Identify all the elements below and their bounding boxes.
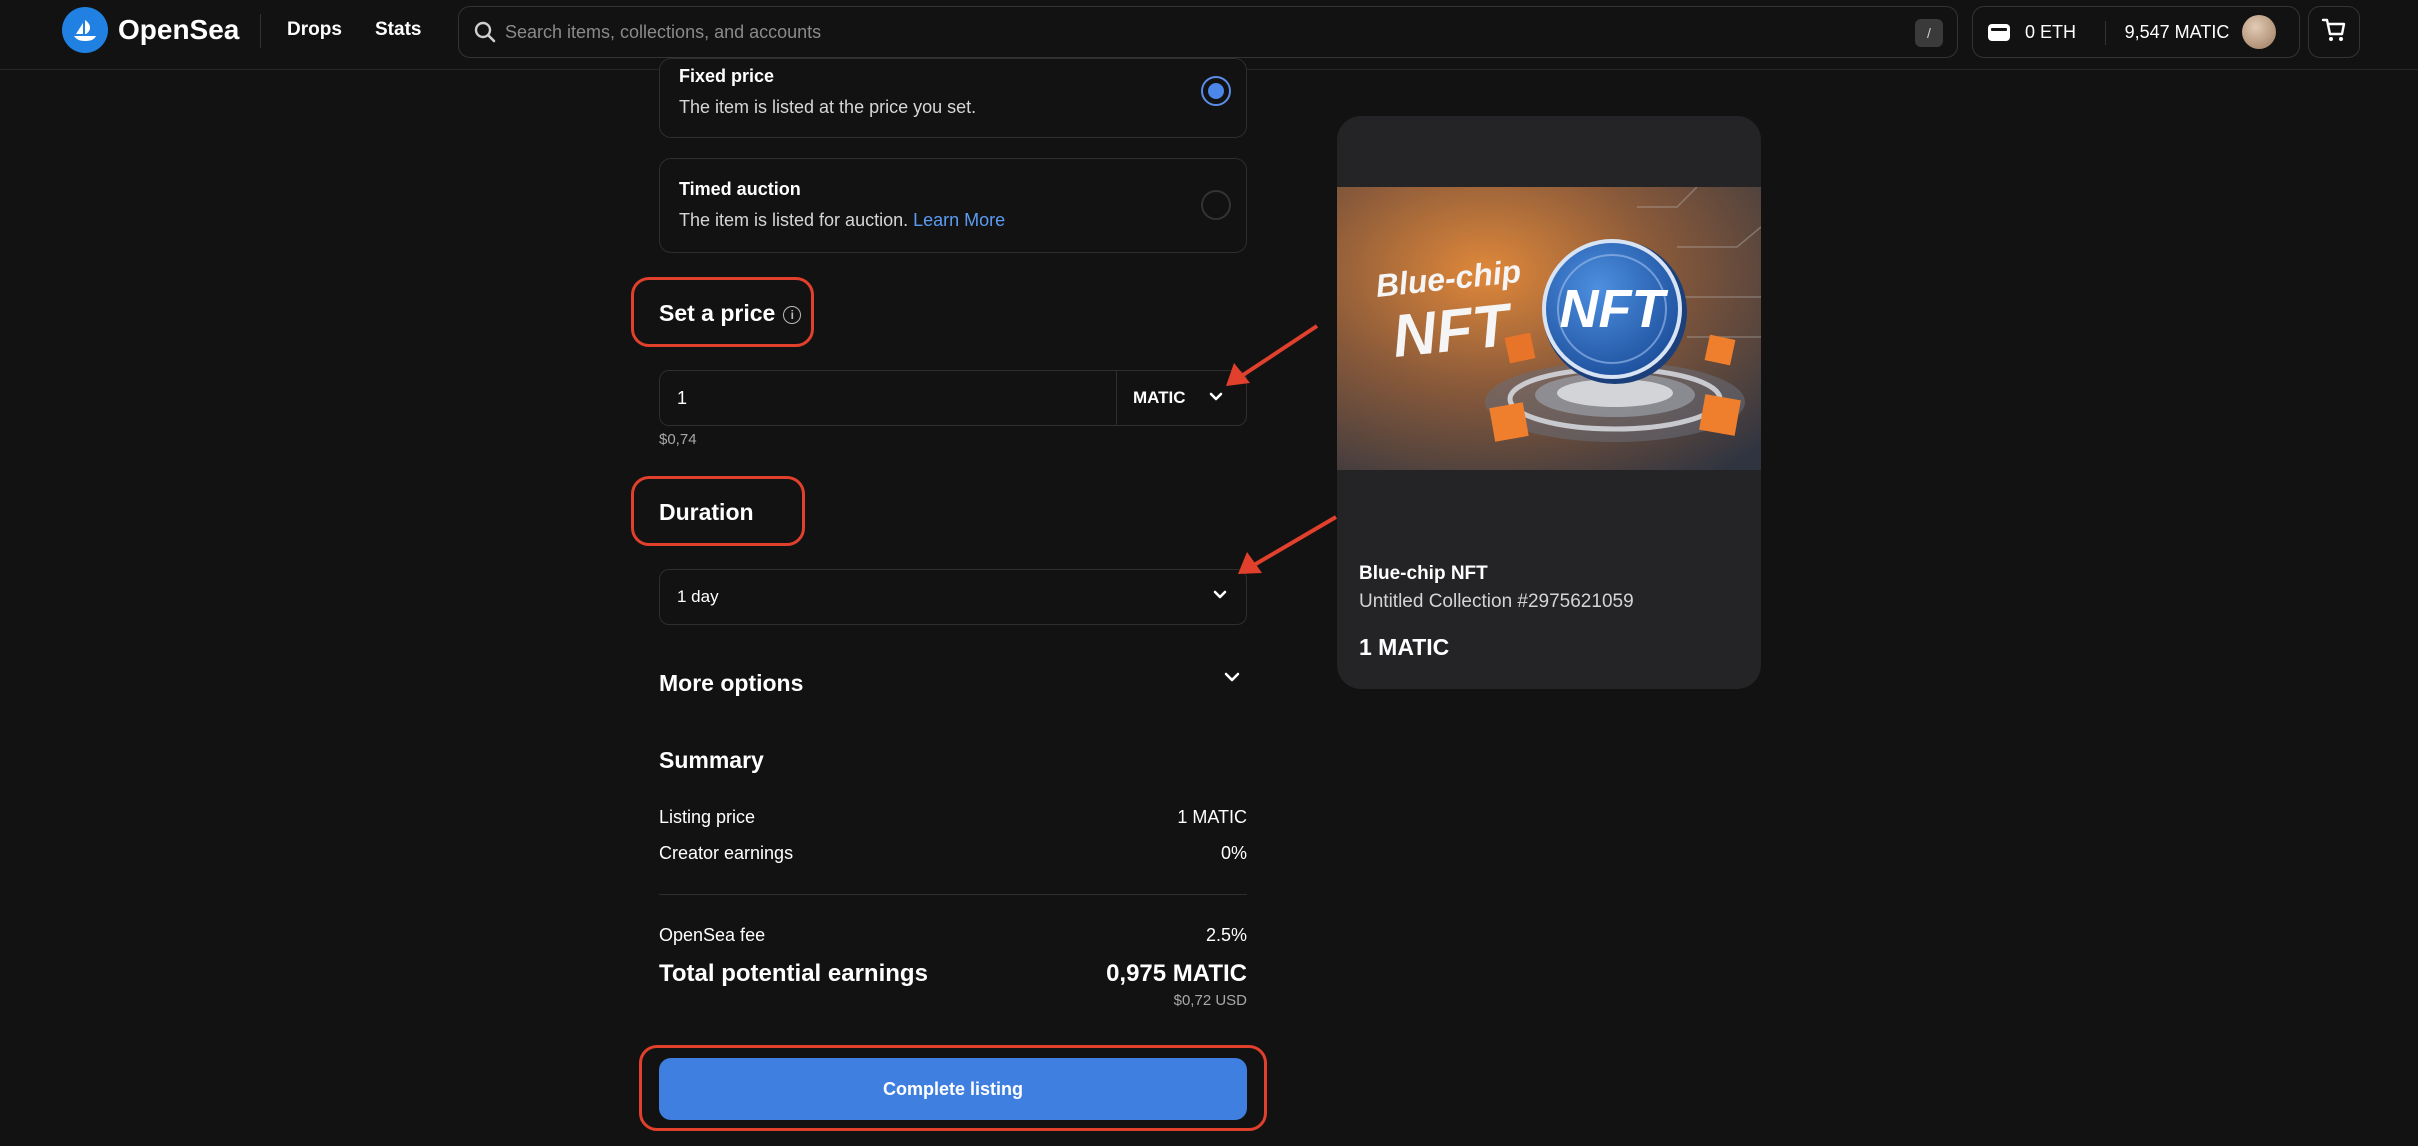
complete-listing-button[interactable]: Complete listing xyxy=(659,1058,1247,1120)
opensea-logo-icon xyxy=(62,7,108,53)
creator-earnings-value: 0% xyxy=(1220,843,1247,863)
learn-more-link[interactable]: Learn More xyxy=(913,210,1005,230)
fixed-price-desc: The item is listed at the price you set. xyxy=(679,97,977,117)
chevron-down-icon[interactable] xyxy=(1222,670,1242,689)
nft-preview-image: NFT Blue-chip NFT xyxy=(1337,186,1761,470)
creator-earnings-label: Creator earnings xyxy=(659,843,794,863)
opensea-fee-row: OpenSea fee 2.5% xyxy=(659,925,1247,946)
summary-title: Summary xyxy=(659,747,764,773)
duration-dropdown[interactable]: 1 day xyxy=(659,569,1247,625)
set-price-heading: Set a price i xyxy=(659,300,802,327)
eth-balance: 0 ETH xyxy=(2025,22,2077,42)
timed-auction-desc: The item is listed for auction. Learn Mo… xyxy=(679,210,1005,231)
cart-button[interactable] xyxy=(2308,6,2360,58)
price-input[interactable] xyxy=(660,371,1116,425)
listing-price-label: Listing price xyxy=(659,807,756,827)
matic-balance: 9,547 MATIC xyxy=(2124,22,2230,42)
chevron-down-icon xyxy=(1208,388,1224,408)
nft-collection: Untitled Collection #2975621059 xyxy=(1359,591,1634,612)
price-field: MATIC xyxy=(659,370,1247,426)
duration-arrow xyxy=(1238,515,1338,574)
avatar[interactable] xyxy=(2242,15,2276,49)
nav-drops[interactable]: Drops xyxy=(287,19,342,41)
total-earnings-row: Total potential earnings 0,975 MATIC xyxy=(659,960,1247,988)
price-usd: $0,74 xyxy=(659,431,697,448)
creator-earnings-row: Creator earnings 0% xyxy=(659,843,1247,864)
timed-auction-title: Timed auction xyxy=(679,179,801,199)
fixed-price-title: Fixed price xyxy=(679,66,775,86)
search-input[interactable] xyxy=(505,7,1855,57)
chevron-down-icon xyxy=(1212,588,1228,606)
currency-label: MATIC xyxy=(1133,388,1186,407)
opensea-fee-label: OpenSea fee xyxy=(659,925,766,945)
nft-preview-card[interactable]: NFT Blue-chip NFT Blue-chip NFT Untitled… xyxy=(1337,116,1761,689)
duration-value: 1 day xyxy=(677,587,719,606)
search-icon xyxy=(473,20,497,49)
total-earnings-value: 0,975 MATIC xyxy=(1106,960,1247,987)
timed-auction-radio[interactable] xyxy=(1201,190,1231,220)
search-bar[interactable]: / xyxy=(458,6,1958,58)
opensea-logo[interactable]: OpenSea xyxy=(62,7,239,53)
listing-price-row: Listing price 1 MATIC xyxy=(659,807,1247,828)
opensea-fee-value: 2.5% xyxy=(1205,925,1247,945)
fixed-price-radio[interactable] xyxy=(1201,76,1231,106)
total-earnings-usd: $0,72 USD xyxy=(1173,992,1247,1009)
summary-divider xyxy=(659,894,1247,895)
fixed-price-option[interactable]: Fixed price The item is listed at the pr… xyxy=(659,58,1247,138)
currency-dropdown[interactable]: MATIC xyxy=(1117,371,1247,425)
wallet-divider xyxy=(2105,21,2106,45)
timed-auction-desc-text: The item is listed for auction. xyxy=(679,210,909,230)
total-earnings-label: Total potential earnings xyxy=(659,960,928,987)
search-shortcut-key: / xyxy=(1915,19,1943,47)
brand-name: OpenSea xyxy=(118,14,240,45)
wallet-icon xyxy=(1987,21,2011,48)
header-divider xyxy=(260,14,261,48)
set-price-title: Set a price xyxy=(659,300,776,326)
listing-price-value: 1 MATIC xyxy=(1177,807,1247,827)
nav-stats[interactable]: Stats xyxy=(375,19,421,41)
duration-title: Duration xyxy=(659,499,754,525)
cart-icon xyxy=(2321,17,2347,48)
nft-name: Blue-chip NFT xyxy=(1359,563,1488,584)
coin-text: NFT xyxy=(1560,279,1669,339)
nft-price: 1 MATIC xyxy=(1359,634,1450,660)
info-icon[interactable]: i xyxy=(783,306,802,324)
more-options-toggle[interactable]: More options xyxy=(659,670,803,697)
image-headline-line2: NFT xyxy=(1389,291,1516,370)
timed-auction-option[interactable]: Timed auction The item is listed for auc… xyxy=(659,158,1247,253)
